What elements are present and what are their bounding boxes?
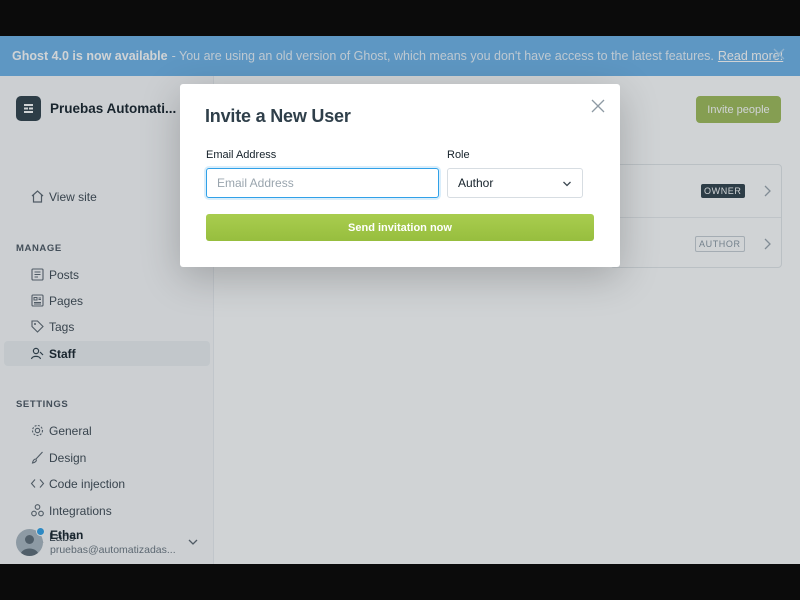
email-field[interactable] <box>206 168 439 198</box>
invite-user-modal: Invite a New User Email Address Role Aut… <box>180 84 620 267</box>
modal-title: Invite a New User <box>205 106 351 126</box>
chevron-down-icon <box>563 181 571 187</box>
app-window: Ghost 4.0 is now available - You are usi… <box>0 36 800 564</box>
send-invitation-button[interactable]: Send invitation now <box>206 214 594 241</box>
role-select[interactable]: Author <box>447 168 583 198</box>
email-label: Email Address <box>206 149 277 161</box>
role-selected-value: Author <box>458 176 494 190</box>
close-icon[interactable] <box>590 98 606 114</box>
role-label: Role <box>447 149 470 161</box>
